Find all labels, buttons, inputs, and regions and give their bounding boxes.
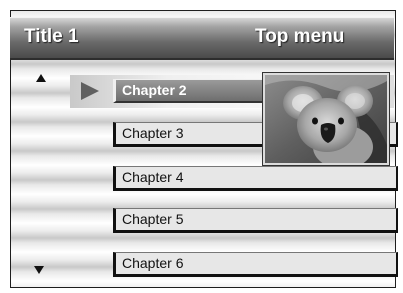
play-icon bbox=[81, 82, 99, 100]
chapter-2-label: Chapter 2 bbox=[122, 82, 187, 98]
chapter-6-label: Chapter 6 bbox=[122, 255, 184, 271]
chapter-3-label: Chapter 3 bbox=[122, 125, 184, 141]
chapter-preview-image bbox=[262, 72, 390, 166]
title-label: Title 1 bbox=[24, 26, 79, 47]
chapter-5-label: Chapter 5 bbox=[122, 211, 184, 227]
scroll-up-icon[interactable] bbox=[36, 74, 46, 82]
chapter-6-button[interactable]: Chapter 6 bbox=[113, 252, 398, 277]
chapter-5-button[interactable]: Chapter 5 bbox=[113, 208, 398, 233]
top-menu-button[interactable]: Top menu bbox=[255, 26, 344, 48]
chapter-4-button[interactable]: Chapter 4 bbox=[113, 166, 398, 191]
koala-photo-icon bbox=[265, 75, 387, 163]
chapter-4-label: Chapter 4 bbox=[122, 169, 184, 185]
scroll-down-icon[interactable] bbox=[34, 266, 44, 274]
